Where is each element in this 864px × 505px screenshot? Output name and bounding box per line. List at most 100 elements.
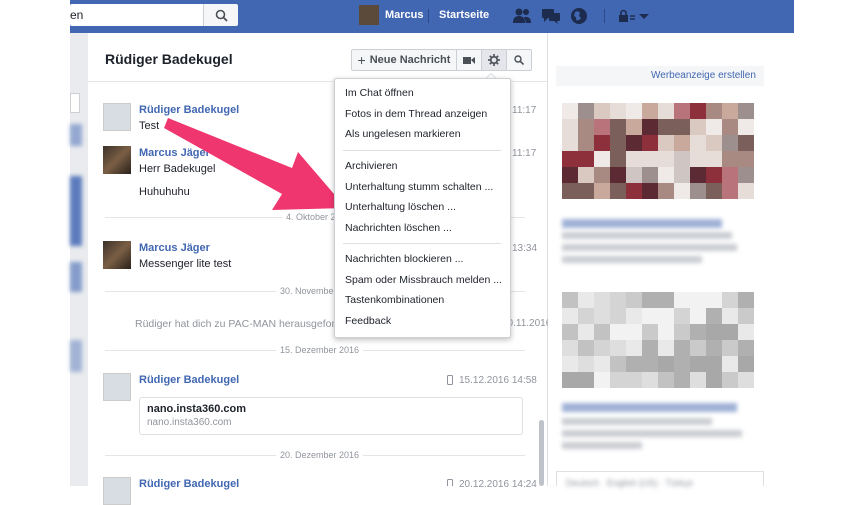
ad-image-tile xyxy=(690,103,706,119)
avatar[interactable] xyxy=(103,373,131,401)
conversation-list-item[interactable] xyxy=(70,340,82,372)
avatar[interactable] xyxy=(103,103,131,131)
ad-image-tile xyxy=(706,167,722,183)
user-avatar[interactable] xyxy=(359,5,379,25)
ad-image-tile xyxy=(706,119,722,135)
message-text: Test xyxy=(139,120,160,132)
ad-image-tile xyxy=(594,167,610,183)
message-sender[interactable]: Rüdiger Badekugel xyxy=(139,374,239,386)
ad-image-tile xyxy=(578,183,594,199)
scrollbar-thumb[interactable] xyxy=(539,420,544,486)
ad-image-tile xyxy=(610,151,626,167)
ad-image-tile xyxy=(594,292,610,308)
mobile-phone-icon xyxy=(447,375,453,385)
avatar[interactable] xyxy=(103,477,131,505)
conversation-list-item[interactable] xyxy=(70,262,82,292)
highlight-arrow-icon xyxy=(164,118,346,210)
gear-icon xyxy=(488,54,500,66)
ad-image-tile xyxy=(594,135,610,151)
menu-item-keyboard-shortcuts[interactable]: Tastenkombinationen xyxy=(345,294,444,306)
conversation-list-item[interactable] xyxy=(70,176,82,246)
avatar[interactable] xyxy=(103,146,131,174)
ad-image-tile xyxy=(642,183,658,199)
avatar[interactable] xyxy=(103,241,131,269)
ad-image-tile xyxy=(722,308,738,324)
profile-link[interactable]: Marcus xyxy=(385,9,424,21)
notifications-globe-icon[interactable] xyxy=(569,7,589,25)
message-time: 20.12.2016 14:24 xyxy=(459,479,537,490)
ad-image-tile xyxy=(626,324,642,340)
menu-item-block-messages[interactable]: Nachrichten blockieren ... xyxy=(345,253,463,265)
ad-image[interactable] xyxy=(562,292,754,388)
ad-image-tile xyxy=(674,372,690,388)
ad-image-tile xyxy=(690,324,706,340)
messages-icon[interactable] xyxy=(541,7,561,25)
home-link[interactable]: Startseite xyxy=(439,9,489,21)
message-sender[interactable]: Marcus Jäger xyxy=(139,242,210,254)
privacy-lock-icon[interactable] xyxy=(617,7,637,25)
ad-image-tile xyxy=(578,151,594,167)
ad-image-tile xyxy=(738,324,754,340)
ad-title-blurred[interactable] xyxy=(562,219,722,228)
ad-image-tile xyxy=(610,340,626,356)
ad-image-tile xyxy=(658,103,674,119)
ad-image-tile xyxy=(578,324,594,340)
system-message: Rüdiger hat dich zu PAC-MAN herausgeford… xyxy=(135,318,356,330)
conversation-title: Rüdiger Badekugel xyxy=(105,51,233,67)
menu-item-feedback[interactable]: Feedback xyxy=(345,315,391,327)
ad-image-tile xyxy=(610,167,626,183)
menu-item-open-in-chat[interactable]: Im Chat öffnen xyxy=(345,87,414,99)
ad-image-tile xyxy=(706,340,722,356)
ad-image-tile xyxy=(738,135,754,151)
create-ad-link[interactable]: Werbeanzeige erstellen xyxy=(651,70,756,81)
new-message-button[interactable]: + Neue Nachricht xyxy=(352,50,457,70)
menu-item-mute-conversation[interactable]: Unterhaltung stumm schalten ... xyxy=(345,181,493,193)
ad-image-tile xyxy=(658,340,674,356)
search-icon xyxy=(514,55,524,65)
ad-image-tile xyxy=(674,167,690,183)
ad-text-blurred xyxy=(562,418,712,425)
ad-image-tile xyxy=(674,324,690,340)
menu-item-show-photos[interactable]: Fotos in dem Thread anzeigen xyxy=(345,108,487,120)
ad-image-tile xyxy=(690,340,706,356)
ad-title-blurred[interactable] xyxy=(562,403,737,412)
search-button[interactable] xyxy=(203,4,238,26)
ad-image-tile xyxy=(610,135,626,151)
menu-item-mark-unread[interactable]: Als ungelesen markieren xyxy=(345,128,461,140)
ad-image-tile xyxy=(594,372,610,388)
search-conversation-button[interactable] xyxy=(507,50,531,70)
caret-down-icon[interactable] xyxy=(637,7,651,25)
ad-image-tile xyxy=(642,151,658,167)
ad-image-tile xyxy=(610,308,626,324)
menu-item-delete-conversation[interactable]: Unterhaltung löschen ... xyxy=(345,201,456,213)
friends-icon[interactable] xyxy=(512,7,532,25)
ad-image-tile xyxy=(626,119,642,135)
video-call-button[interactable] xyxy=(457,50,482,70)
ad-image-tile xyxy=(658,324,674,340)
conversation-list-item[interactable] xyxy=(70,124,82,146)
menu-item-report-spam[interactable]: Spam oder Missbrauch melden ... xyxy=(345,274,502,286)
menu-item-archive[interactable]: Archivieren xyxy=(345,160,398,172)
ad-text-blurred xyxy=(562,244,737,251)
ad-image-tile xyxy=(722,135,738,151)
ad-image-tile xyxy=(690,372,706,388)
language-links[interactable]: Deutsch · English (US) · Türkçe xyxy=(566,478,693,488)
ad-image-tile xyxy=(594,183,610,199)
link-title[interactable]: nano.insta360.com xyxy=(147,403,246,415)
menu-divider xyxy=(343,150,501,151)
ad-image-tile xyxy=(594,151,610,167)
list-search-edge[interactable] xyxy=(70,93,80,113)
menu-item-delete-messages[interactable]: Nachrichten löschen ... xyxy=(345,222,452,234)
conversation-toolbar: + Neue Nachricht xyxy=(351,49,532,71)
ad-image-tile xyxy=(658,356,674,372)
ad-image-tile xyxy=(674,135,690,151)
ad-text-blurred xyxy=(562,430,742,437)
search-input-text: en xyxy=(70,8,84,22)
message-sender[interactable]: Rüdiger Badekugel xyxy=(139,478,239,490)
ad-image-tile xyxy=(690,292,706,308)
ad-image-tile xyxy=(610,356,626,372)
settings-button[interactable] xyxy=(482,50,507,70)
ad-image-tile xyxy=(642,356,658,372)
message-time: 13:34 xyxy=(512,243,538,254)
ad-image[interactable] xyxy=(562,103,754,199)
